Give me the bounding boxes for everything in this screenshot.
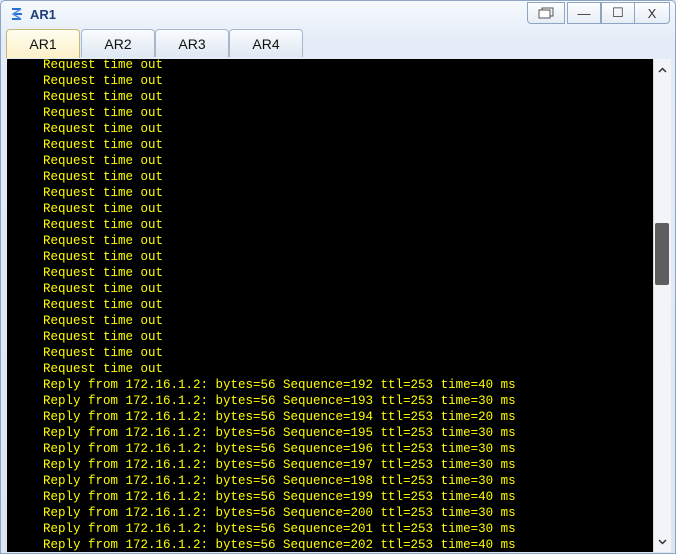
- router-app-icon: [11, 8, 22, 20]
- scroll-thumb[interactable]: [655, 223, 669, 285]
- terminal-line: Request time out: [43, 106, 164, 120]
- terminal-output: Request time out Request time out Request …: [43, 59, 516, 552]
- terminal-line: Request time out: [43, 59, 164, 72]
- scroll-down-button[interactable]: [654, 533, 671, 550]
- maximize-button[interactable]: ☐: [601, 2, 635, 24]
- terminal-console[interactable]: Request time out Request time out Request …: [7, 59, 653, 552]
- window-title: AR1: [30, 7, 57, 22]
- minimize-button[interactable]: —: [567, 2, 601, 24]
- terminal-line: Request time out: [43, 74, 164, 88]
- scroll-up-button[interactable]: [654, 61, 671, 78]
- tab-ar2[interactable]: AR2: [81, 29, 155, 57]
- terminal-line: Request time out: [43, 330, 164, 344]
- chevron-down-icon: [658, 538, 667, 545]
- tab-ar1[interactable]: AR1: [6, 29, 80, 58]
- terminal-line: Reply from 172.16.1.2: bytes=56 Sequence…: [43, 522, 516, 536]
- terminal-line: Request time out: [43, 250, 164, 264]
- minimize-icon: —: [577, 5, 591, 21]
- close-button[interactable]: X: [634, 2, 670, 24]
- tab-ar3[interactable]: AR3: [155, 29, 229, 57]
- vertical-scrollbar[interactable]: [653, 59, 671, 552]
- terminal-line: Request time out: [43, 154, 164, 168]
- terminal-line: Reply from 172.16.1.2: bytes=56 Sequence…: [43, 506, 516, 520]
- terminal-line: Request time out: [43, 282, 164, 296]
- tab-ar4[interactable]: AR4: [229, 29, 303, 57]
- terminal-line: Request time out: [43, 346, 164, 360]
- terminal-line: Request time out: [43, 122, 164, 136]
- terminal-line: Request time out: [43, 362, 164, 376]
- terminal-line: Request time out: [43, 138, 164, 152]
- terminal-line: Reply from 172.16.1.2: bytes=56 Sequence…: [43, 490, 516, 504]
- terminal-line: Request time out: [43, 314, 164, 328]
- terminal-line: Reply from 172.16.1.2: bytes=56 Sequence…: [43, 410, 516, 424]
- close-icon: X: [647, 5, 657, 21]
- maximize-icon: ☐: [612, 5, 624, 20]
- terminal-line: Request time out: [43, 266, 164, 280]
- terminal-line: Request time out: [43, 298, 164, 312]
- terminal-line: Request time out: [43, 170, 164, 184]
- terminal-line: Reply from 172.16.1.2: bytes=56 Sequence…: [43, 474, 516, 488]
- terminal-line: Request time out: [43, 202, 164, 216]
- terminal-line: Reply from 172.16.1.2: bytes=56 Sequence…: [43, 378, 516, 392]
- terminal-window: AR1 — ☐ X AR1 AR2 AR3 AR4 Request time o…: [0, 0, 676, 554]
- restore-button[interactable]: [527, 2, 565, 24]
- terminal-line: Reply from 172.16.1.2: bytes=56 Sequence…: [43, 426, 516, 440]
- terminal-line: Reply from 172.16.1.2: bytes=56 Sequence…: [43, 458, 516, 472]
- restore-icon: [538, 7, 554, 19]
- terminal-line: Request time out: [43, 234, 164, 248]
- terminal-line: Reply from 172.16.1.2: bytes=56 Sequence…: [43, 442, 516, 456]
- terminal-line: Request time out: [43, 90, 164, 104]
- terminal-line: Request time out: [43, 218, 164, 232]
- title-bar[interactable]: AR1 — ☐ X: [1, 1, 675, 27]
- terminal-line: Reply from 172.16.1.2: bytes=56 Sequence…: [43, 538, 516, 552]
- terminal-line: Reply from 172.16.1.2: bytes=56 Sequence…: [43, 394, 516, 408]
- chevron-up-icon: [658, 66, 667, 73]
- terminal-line: Request time out: [43, 186, 164, 200]
